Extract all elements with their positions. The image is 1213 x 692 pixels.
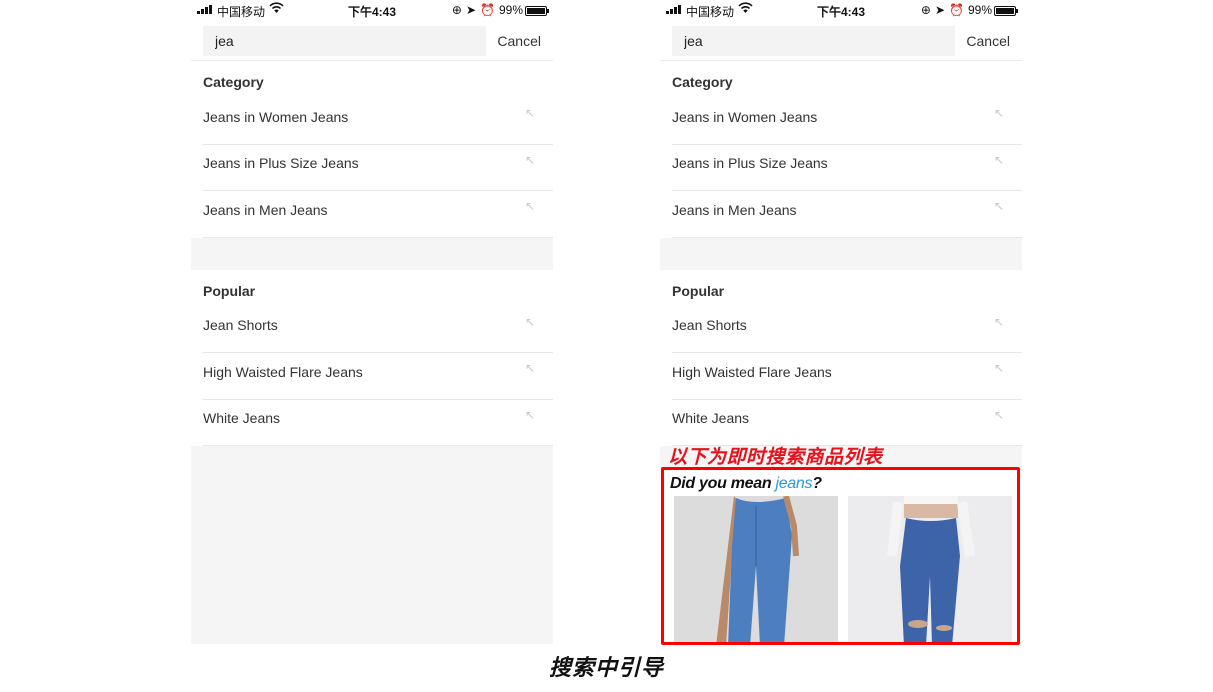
product-grid — [674, 496, 1012, 642]
fill-query-arrow-icon[interactable]: ↖ — [525, 106, 535, 120]
suggestion-item[interactable]: Jeans in Men Jeans ↖ — [203, 191, 553, 238]
battery-percent: 99% — [498, 3, 523, 17]
annotation-note: 以下为即时搜索商品列表 — [668, 447, 883, 468]
suggestion-item[interactable]: Jeans in Women Jeans ↖ — [203, 98, 553, 145]
instant-results-highlight: Did you mean jeans? — [661, 467, 1020, 645]
suggestion-item[interactable]: Jeans in Plus Size Jeans ↖ — [672, 145, 1022, 191]
fill-query-arrow-icon[interactable]: ↖ — [994, 199, 1004, 213]
suggestion-label: Jean Shorts — [672, 317, 747, 334]
section-divider — [191, 237, 553, 270]
location-icon: ➤ — [934, 3, 946, 17]
product-card[interactable] — [674, 496, 838, 642]
fill-query-arrow-icon[interactable]: ↖ — [994, 106, 1004, 120]
cancel-button[interactable]: Cancel — [497, 33, 541, 49]
suggestion-item[interactable]: Jeans in Men Jeans ↖ — [672, 191, 1022, 238]
suggestion-label: Jeans in Men Jeans — [672, 201, 797, 218]
orientation-lock-icon: ⊕ — [451, 3, 462, 17]
battery-icon — [994, 6, 1018, 16]
fill-query-arrow-icon[interactable]: ↖ — [994, 361, 1004, 375]
section-title: Category — [672, 74, 733, 90]
popular-section: Popular Jean Shorts ↖ High Waisted Flare … — [191, 269, 553, 446]
fill-query-arrow-icon[interactable]: ↖ — [525, 199, 535, 213]
alarm-icon: ⏰ — [949, 3, 964, 17]
suggestion-label: White Jeans — [672, 410, 750, 427]
fill-query-arrow-icon[interactable]: ↖ — [525, 153, 535, 167]
suggestion-label: Jeans in Men Jeans — [203, 201, 328, 218]
cancel-button[interactable]: Cancel — [966, 33, 1010, 49]
suggestion-label: High Waisted Flare Jeans — [203, 363, 363, 380]
category-section: Category Jeans in Women Jeans ↖ Jeans in … — [660, 61, 1022, 238]
search-bar: Cancel — [191, 22, 553, 61]
suggestion-item[interactable]: High Waisted Flare Jeans ↖ — [672, 353, 1022, 400]
phone-screen-right: 中国移动 下午4:43 ⊕ ➤ ⏰ 99% Cancel Category Je… — [660, 0, 1022, 692]
section-title: Category — [203, 74, 264, 90]
phone-screen-left: 中国移动 下午4:43 ⊕ ➤ ⏰ 99% Cancel Category Je… — [191, 0, 553, 644]
search-input[interactable] — [672, 26, 955, 56]
section-title: Popular — [672, 282, 725, 299]
section-title: Popular — [203, 282, 256, 299]
category-section: Category Jeans in Women Jeans ↖ Jeans in … — [191, 61, 553, 238]
spelling-suggestion-link[interactable]: jeans — [775, 475, 812, 492]
suggestion-label: Jeans in Plus Size Jeans — [203, 155, 359, 172]
search-bar: Cancel — [660, 22, 1022, 61]
suggestion-label: Jeans in Plus Size Jeans — [672, 155, 828, 172]
section-divider — [660, 237, 1022, 270]
location-icon: ➤ — [465, 3, 477, 17]
suggestion-label: High Waisted Flare Jeans — [672, 363, 832, 380]
suggestion-label: White Jeans — [203, 410, 281, 427]
suggestion-item[interactable]: Jean Shorts ↖ — [672, 307, 1022, 353]
fill-query-arrow-icon[interactable]: ↖ — [994, 315, 1004, 329]
suggestion-label: Jean Shorts — [203, 317, 278, 334]
fill-query-arrow-icon[interactable]: ↖ — [994, 153, 1004, 167]
did-you-mean: Did you mean jeans? — [670, 475, 822, 492]
suggestion-item[interactable]: High Waisted Flare Jeans ↖ — [203, 353, 553, 400]
fill-query-arrow-icon[interactable]: ↖ — [525, 361, 535, 375]
battery-icon — [525, 6, 549, 16]
suggestion-item[interactable]: Jeans in Plus Size Jeans ↖ — [203, 145, 553, 191]
fill-query-arrow-icon[interactable]: ↖ — [525, 408, 535, 422]
status-bar: 中国移动 下午4:43 ⊕ ➤ ⏰ 99% — [660, 0, 1022, 22]
status-bar: 中国移动 下午4:43 ⊕ ➤ ⏰ 99% — [191, 0, 553, 22]
suggestion-label: Jeans in Women Jeans — [203, 108, 349, 125]
suggestion-item[interactable]: Jeans in Women Jeans ↖ — [672, 98, 1022, 145]
fill-query-arrow-icon[interactable]: ↖ — [525, 315, 535, 329]
orientation-lock-icon: ⊕ — [920, 3, 931, 17]
popular-section: Popular Jean Shorts ↖ High Waisted Flare … — [660, 269, 1022, 446]
suggestion-item[interactable]: White Jeans ↖ — [672, 400, 1022, 446]
suggestion-item[interactable]: White Jeans ↖ — [203, 400, 553, 446]
suggestion-item[interactable]: Jean Shorts ↖ — [203, 307, 553, 353]
alarm-icon: ⏰ — [480, 3, 495, 17]
figure-caption: 搜索中引导 — [548, 655, 664, 680]
suggestion-label: Jeans in Women Jeans — [672, 108, 818, 125]
search-input[interactable] — [203, 26, 486, 56]
product-card[interactable] — [848, 496, 1012, 642]
battery-percent: 99% — [967, 3, 992, 17]
product-image — [848, 496, 1012, 642]
fill-query-arrow-icon[interactable]: ↖ — [994, 408, 1004, 422]
product-image — [674, 496, 838, 642]
